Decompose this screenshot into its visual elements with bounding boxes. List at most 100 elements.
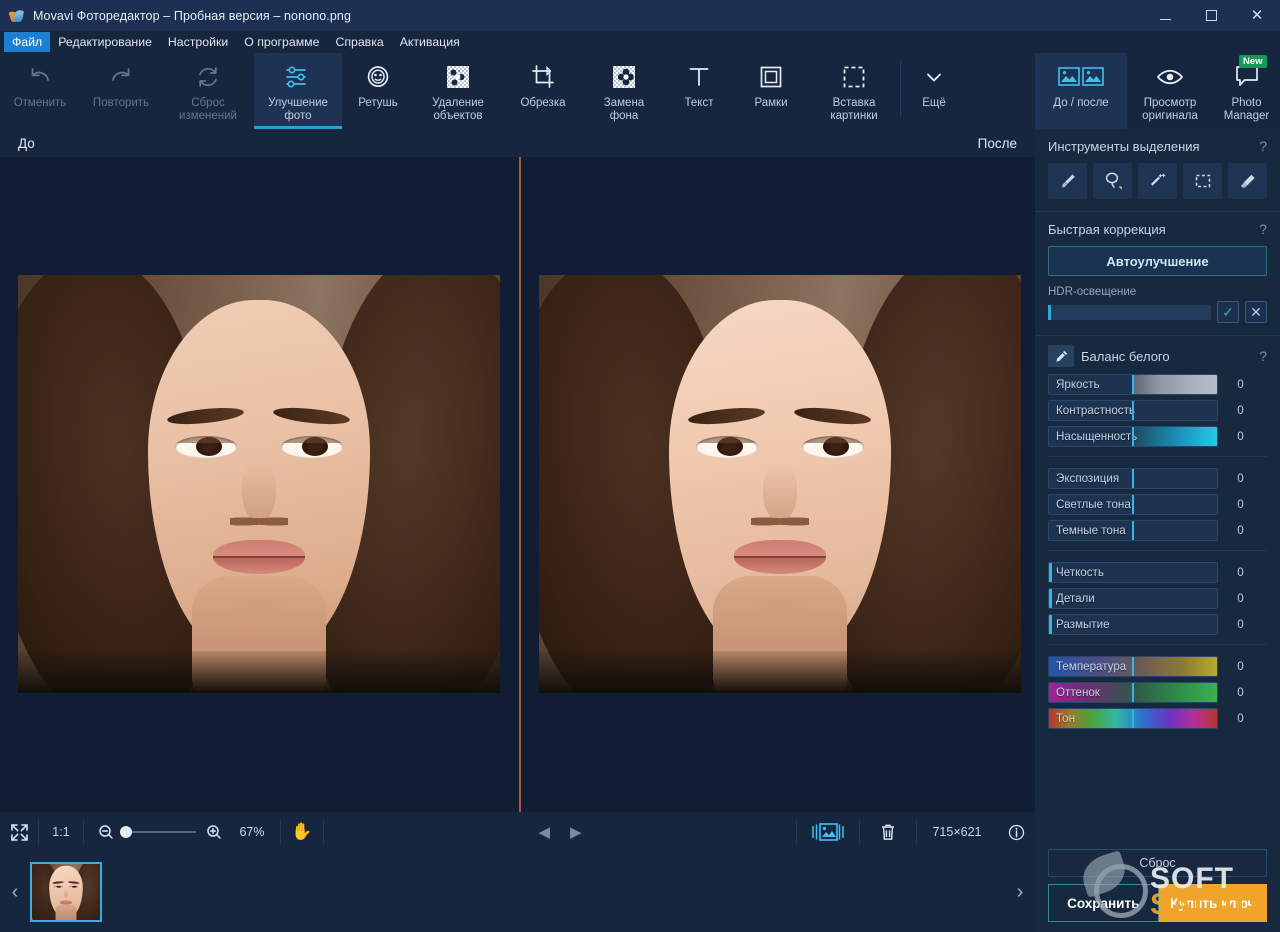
slider-2-track[interactable]: Темные тона bbox=[1048, 520, 1218, 541]
tool-object-removal[interactable]: Удаление объектов bbox=[414, 53, 502, 129]
slider-0-track[interactable]: Яркость bbox=[1048, 374, 1218, 395]
slider-handle[interactable] bbox=[1132, 375, 1134, 395]
slider-2-track[interactable]: Тон bbox=[1048, 708, 1218, 729]
slider-value[interactable]: 0 bbox=[1218, 712, 1263, 725]
slider-handle[interactable] bbox=[1132, 657, 1134, 677]
info-button[interactable] bbox=[997, 812, 1035, 852]
maximize-button[interactable] bbox=[1188, 0, 1234, 31]
hdr-label: HDR-освещение bbox=[1048, 286, 1267, 298]
slider-value[interactable]: 0 bbox=[1218, 472, 1263, 485]
new-badge: New bbox=[1239, 55, 1267, 68]
slider-handle[interactable] bbox=[1132, 401, 1134, 421]
slider-1-track[interactable]: Оттенок bbox=[1048, 682, 1218, 703]
menu-item-3[interactable]: О программе bbox=[236, 32, 327, 52]
slider-value[interactable]: 0 bbox=[1218, 566, 1263, 579]
fit-to-screen-button[interactable] bbox=[0, 812, 38, 852]
menu-item-0[interactable]: Файл bbox=[4, 32, 50, 52]
pan-hand-button[interactable]: ✋ bbox=[281, 812, 323, 852]
lasso-select-button[interactable] bbox=[1093, 163, 1132, 199]
slider-value[interactable]: 0 bbox=[1218, 660, 1263, 673]
slider-1-track[interactable]: Светлые тона bbox=[1048, 494, 1218, 515]
tool-retouch-face[interactable]: Ретушь bbox=[342, 53, 414, 129]
tool-chevron-down[interactable]: Ещё bbox=[901, 53, 967, 129]
tool-photo-manager[interactable]: NewPhoto Manager bbox=[1213, 53, 1280, 129]
slider-value[interactable]: 0 bbox=[1218, 498, 1263, 511]
tool-insert-image[interactable]: Вставка картинки bbox=[808, 53, 900, 129]
slider-handle[interactable] bbox=[1132, 495, 1134, 515]
slider-handle[interactable] bbox=[1132, 469, 1134, 489]
menu-item-1[interactable]: Редактирование bbox=[50, 32, 160, 52]
save-button[interactable]: Сохранить bbox=[1048, 884, 1159, 922]
auto-enhance-button[interactable]: Автоулучшение bbox=[1048, 246, 1267, 276]
slider-value[interactable]: 0 bbox=[1218, 430, 1263, 443]
slider-handle[interactable] bbox=[1049, 615, 1052, 635]
tool-undo[interactable]: Отменить bbox=[0, 53, 80, 129]
filmstrip-prev-button[interactable]: ‹ bbox=[0, 852, 30, 932]
canvas-area[interactable]: До После bbox=[0, 129, 1035, 812]
slider-2-track[interactable]: Размытие bbox=[1048, 614, 1218, 635]
next-image-button[interactable]: ▶ bbox=[560, 812, 592, 852]
slider-handle[interactable] bbox=[1049, 563, 1052, 583]
slider-handle[interactable] bbox=[1132, 521, 1134, 541]
tool-redo[interactable]: Повторить bbox=[80, 53, 162, 129]
brush-select-button[interactable] bbox=[1048, 163, 1087, 199]
quick-correction-help-icon[interactable]: ? bbox=[1259, 221, 1267, 237]
tool-adjust-sliders[interactable]: Улучшение фото bbox=[254, 53, 342, 129]
hdr-slider[interactable] bbox=[1048, 305, 1211, 320]
zoom-out-button[interactable] bbox=[96, 812, 116, 852]
slider-handle[interactable] bbox=[1049, 589, 1052, 609]
photo-before[interactable] bbox=[18, 275, 500, 693]
slider-handle[interactable] bbox=[1132, 683, 1134, 703]
close-button[interactable]: ✕ bbox=[1234, 0, 1280, 31]
frames-icon bbox=[758, 62, 784, 92]
prev-image-button[interactable]: ◀ bbox=[528, 812, 560, 852]
zoom-slider-handle[interactable] bbox=[120, 826, 132, 838]
slider-2-track[interactable]: Насыщенность bbox=[1048, 426, 1218, 447]
before-after-divider[interactable] bbox=[519, 157, 521, 812]
slider-value[interactable]: 0 bbox=[1218, 686, 1263, 699]
filmstrip-thumbnail[interactable] bbox=[30, 862, 102, 922]
filmstrip-toggle-button[interactable] bbox=[797, 812, 859, 852]
slider-0-track[interactable]: Экспозиция bbox=[1048, 468, 1218, 489]
zoom-in-button[interactable] bbox=[204, 812, 224, 852]
rectangle-select-button[interactable] bbox=[1183, 163, 1222, 199]
menu-item-5[interactable]: Активация bbox=[392, 32, 468, 52]
tool-eye[interactable]: Просмотр оригинала bbox=[1127, 53, 1213, 129]
delete-image-button[interactable] bbox=[860, 812, 916, 852]
tool-crop[interactable]: Обрезка bbox=[502, 53, 584, 129]
slider-handle[interactable] bbox=[1132, 709, 1134, 729]
menu-item-2[interactable]: Настройки bbox=[160, 32, 236, 52]
white-balance-help-icon[interactable]: ? bbox=[1259, 348, 1267, 364]
eraser-button[interactable] bbox=[1228, 163, 1267, 199]
slider-value[interactable]: 0 bbox=[1218, 378, 1263, 391]
magic-wand-icon bbox=[1148, 171, 1168, 191]
tool-frames[interactable]: Рамки bbox=[734, 53, 808, 129]
ratio-button[interactable]: 1:1 bbox=[39, 812, 83, 852]
reset-button[interactable]: Сброс bbox=[1048, 849, 1267, 877]
hdr-apply-button[interactable]: ✓ bbox=[1217, 301, 1239, 323]
tool-before-after[interactable]: До / после bbox=[1035, 53, 1127, 129]
slider-value[interactable]: 0 bbox=[1218, 524, 1263, 537]
slider-0-track[interactable]: Температура bbox=[1048, 656, 1218, 677]
slider-value[interactable]: 0 bbox=[1218, 592, 1263, 605]
photo-after[interactable] bbox=[539, 275, 1021, 693]
tool-reset[interactable]: Сброс изменений bbox=[162, 53, 254, 129]
slider-0-track[interactable]: Четкость bbox=[1048, 562, 1218, 583]
selection-help-icon[interactable]: ? bbox=[1259, 138, 1267, 154]
tool-background-change[interactable]: Замена фона bbox=[584, 53, 664, 129]
slider-value[interactable]: 0 bbox=[1218, 618, 1263, 631]
slider-1-track[interactable]: Контрастность bbox=[1048, 400, 1218, 421]
hdr-cancel-button[interactable]: ✕ bbox=[1245, 301, 1267, 323]
minimize-button[interactable] bbox=[1142, 0, 1188, 31]
slider-1-track[interactable]: Детали bbox=[1048, 588, 1218, 609]
zoom-slider[interactable] bbox=[124, 831, 196, 833]
tool-text[interactable]: Текст bbox=[664, 53, 734, 129]
white-balance-picker-button[interactable] bbox=[1048, 345, 1074, 367]
filmstrip-next-button[interactable]: › bbox=[1005, 852, 1035, 932]
slider-value[interactable]: 0 bbox=[1218, 404, 1263, 417]
menu-item-4[interactable]: Справка bbox=[327, 32, 391, 52]
hdr-slider-handle[interactable] bbox=[1048, 305, 1051, 320]
slider-handle[interactable] bbox=[1132, 427, 1134, 447]
buy-key-button[interactable]: Купить ключ bbox=[1159, 884, 1268, 922]
magic-wand-button[interactable] bbox=[1138, 163, 1177, 199]
